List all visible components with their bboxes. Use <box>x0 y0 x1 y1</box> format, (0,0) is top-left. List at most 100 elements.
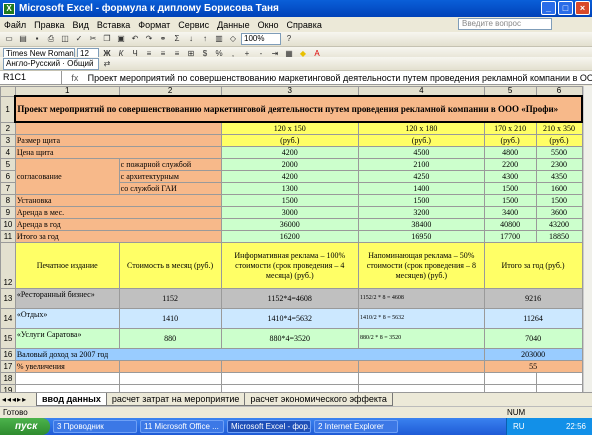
cell[interactable]: Валовый доход за 2007 год <box>14 348 485 361</box>
cell[interactable]: 7040 <box>483 328 583 349</box>
cell[interactable] <box>14 372 120 385</box>
cell[interactable]: 210 х 350 <box>535 121 583 135</box>
cell[interactable]: Стоимость в месяц (руб.) <box>118 242 222 289</box>
cell[interactable]: 4250 <box>358 170 485 183</box>
cell[interactable] <box>358 384 485 392</box>
taskbar-item-explorer[interactable]: 3 Проводник <box>53 420 137 433</box>
cell[interactable] <box>14 384 120 392</box>
cell[interactable]: 3000 <box>220 206 360 219</box>
column-header[interactable]: 6 <box>535 86 583 97</box>
cell[interactable] <box>220 372 360 385</box>
vertical-scrollbar[interactable] <box>583 86 592 392</box>
column-header[interactable]: 1 <box>14 86 120 97</box>
cell[interactable]: 40800 <box>483 218 537 231</box>
cell[interactable]: 1600 <box>535 182 583 195</box>
cell[interactable] <box>483 372 537 385</box>
cell[interactable]: % увеличения <box>14 360 120 373</box>
cell[interactable]: Информативная реклама – 100% стоимости (… <box>220 242 360 289</box>
cell[interactable] <box>220 360 360 373</box>
cell[interactable]: 880/2 * 8 = 3520 <box>358 328 485 349</box>
cell[interactable]: 4500 <box>358 146 485 159</box>
copy-icon[interactable]: ❐ <box>101 33 113 45</box>
cell[interactable]: 1410/2 * 8 = 5632 <box>358 308 485 329</box>
start-button[interactable]: пуск <box>0 418 50 435</box>
cell[interactable]: 4200 <box>220 170 360 183</box>
print-icon[interactable]: ⎙ <box>45 33 57 45</box>
row-header[interactable]: 19 <box>0 384 16 392</box>
help-icon[interactable]: ? <box>283 33 295 45</box>
cell[interactable]: Аренда в мес. <box>14 206 222 219</box>
new-icon[interactable]: ▭ <box>3 33 15 45</box>
cell[interactable]: «Ресторанный бизнес» <box>14 288 120 309</box>
row-header[interactable]: 8 <box>0 194 16 207</box>
column-header[interactable]: 5 <box>483 86 537 97</box>
hyperlink-icon[interactable]: ⚭ <box>157 33 169 45</box>
cell[interactable]: 38400 <box>358 218 485 231</box>
cell[interactable]: 1152/2 * 8 = 4608 <box>358 288 485 309</box>
select-all-corner[interactable] <box>0 86 16 97</box>
cell[interactable] <box>118 372 222 385</box>
cell[interactable]: 1500 <box>535 194 583 207</box>
row-header[interactable]: 2 <box>0 121 16 135</box>
cell[interactable]: 11264 <box>483 308 583 329</box>
cell[interactable] <box>358 372 485 385</box>
cell[interactable] <box>14 121 222 135</box>
open-icon[interactable]: ▤ <box>17 33 29 45</box>
row-header[interactable]: 7 <box>0 182 16 195</box>
cell[interactable]: 4800 <box>483 146 537 159</box>
tab-scroll-arrows-icon[interactable]: ◂◂◂▸▸ <box>0 395 36 404</box>
menu-insert[interactable]: Вставка <box>97 20 130 30</box>
cell[interactable]: 2200 <box>483 158 537 171</box>
cell[interactable]: Итого за год (руб.) <box>483 242 583 289</box>
translate-icon[interactable]: ⇄ <box>101 58 113 70</box>
cell[interactable]: Цена щита <box>14 146 222 159</box>
cell[interactable]: 36000 <box>220 218 360 231</box>
cell[interactable]: 4350 <box>535 170 583 183</box>
cell[interactable]: с архитектурным <box>118 170 222 183</box>
cut-icon[interactable]: ✂ <box>87 33 99 45</box>
fx-icon[interactable]: fx <box>62 73 87 83</box>
cell[interactable]: (руб.) <box>358 134 485 147</box>
row-header[interactable]: 16 <box>0 348 16 361</box>
ask-question-input[interactable]: Введите вопрос <box>458 18 552 30</box>
taskbar-item-office[interactable]: 11 Microsoft Office ... <box>140 420 224 433</box>
cell[interactable]: 2000 <box>220 158 360 171</box>
cell[interactable] <box>358 360 485 373</box>
row-header[interactable]: 4 <box>0 146 16 159</box>
row-header[interactable]: 11 <box>0 230 16 243</box>
row-header[interactable]: 13 <box>0 288 16 309</box>
spreadsheet-grid[interactable]: 1 2 3 4 5 6 1 Проект мероприятий по сове… <box>0 86 583 392</box>
row-header[interactable]: 18 <box>0 372 16 385</box>
paste-icon[interactable]: ▣ <box>115 33 127 45</box>
row-header[interactable]: 1 <box>0 95 16 123</box>
cell[interactable]: 1500 <box>483 194 537 207</box>
row-header[interactable]: 14 <box>0 308 16 329</box>
cell[interactable]: 880 <box>118 328 222 349</box>
cell[interactable]: 120 х 180 <box>358 121 485 135</box>
column-header[interactable]: 3 <box>220 86 360 97</box>
row-header[interactable]: 5 <box>0 158 16 171</box>
cell[interactable]: 1500 <box>483 182 537 195</box>
cell[interactable]: Размер щита <box>14 134 222 147</box>
cell[interactable]: 43200 <box>535 218 583 231</box>
sort-desc-icon[interactable]: ↑ <box>199 33 211 45</box>
cell[interactable]: 120 х 150 <box>220 121 360 135</box>
drawing-icon[interactable]: ◇ <box>227 33 239 45</box>
row-header[interactable]: 15 <box>0 328 16 349</box>
undo-icon[interactable]: ↶ <box>129 33 141 45</box>
cell[interactable] <box>118 384 222 392</box>
row-header[interactable]: 9 <box>0 206 16 219</box>
cell[interactable]: 1410*4=5632 <box>220 308 360 329</box>
cell[interactable] <box>535 384 583 392</box>
cell[interactable] <box>483 384 537 392</box>
column-header[interactable]: 2 <box>118 86 222 97</box>
cell[interactable]: 1500 <box>358 194 485 207</box>
row-header[interactable]: 6 <box>0 170 16 183</box>
chart-icon[interactable]: ▥ <box>213 33 225 45</box>
menu-edit[interactable]: Правка <box>34 20 64 30</box>
cell[interactable]: (руб.) <box>220 134 360 147</box>
cell[interactable]: 1410 <box>118 308 222 329</box>
cell[interactable]: Напоминающая реклама – 50% стоимости (ср… <box>358 242 485 289</box>
tab-economic-effect[interactable]: расчет экономического эффекта <box>244 393 393 406</box>
cell[interactable]: с пожарной службой <box>118 158 222 171</box>
